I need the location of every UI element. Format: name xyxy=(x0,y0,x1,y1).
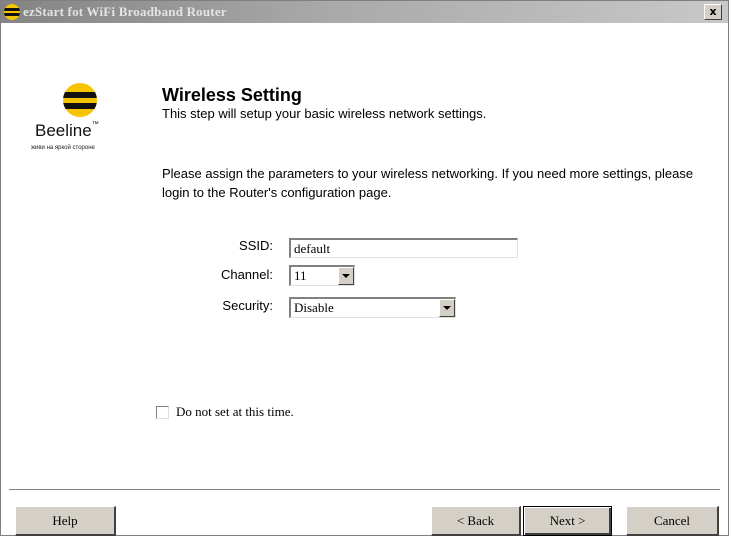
help-button[interactable]: Help xyxy=(15,506,116,536)
brand-name: Beeline xyxy=(35,121,92,140)
back-button[interactable]: < Back xyxy=(431,506,521,536)
page-subtitle: This step will setup your basic wireless… xyxy=(162,106,487,121)
window-title: ezStart fot WiFi Broadband Router xyxy=(23,4,227,19)
setup-wizard-window: ezStart fot WiFi Broadband Router x Beel… xyxy=(0,0,729,536)
beeline-logo-icon xyxy=(4,4,20,20)
security-value: Disable xyxy=(294,300,334,315)
beeline-logo: Beeline™ живи на яркой стороне xyxy=(31,83,135,167)
skip-checkbox-label[interactable]: Do not set at this time. xyxy=(176,404,294,420)
page-title: Wireless Setting xyxy=(162,85,302,105)
next-button[interactable]: Next > xyxy=(523,506,612,536)
chevron-down-icon[interactable] xyxy=(439,299,455,317)
footer-divider xyxy=(9,489,720,491)
close-button[interactable]: x xyxy=(704,4,722,20)
brand-trademark: ™ xyxy=(91,121,99,128)
title-bar[interactable]: ezStart fot WiFi Broadband Router x xyxy=(1,1,728,23)
channel-select[interactable]: 11 xyxy=(289,265,355,286)
brand-slogan: живи на яркой стороне xyxy=(31,145,95,151)
ssid-label: SSID: xyxy=(239,238,273,253)
ssid-input[interactable]: default xyxy=(289,238,518,258)
channel-label: Channel: xyxy=(220,267,273,282)
security-select[interactable]: Disable xyxy=(289,297,456,318)
ssid-value: default xyxy=(294,241,331,256)
instructions-text: Please assign the parameters to your wir… xyxy=(162,166,694,200)
skip-checkbox[interactable] xyxy=(156,406,169,419)
beeline-ball-icon xyxy=(63,83,97,117)
chevron-down-icon[interactable] xyxy=(338,267,354,285)
cancel-button[interactable]: Cancel xyxy=(626,506,719,536)
channel-value: 11 xyxy=(294,268,307,283)
security-label: Security: xyxy=(222,298,273,313)
